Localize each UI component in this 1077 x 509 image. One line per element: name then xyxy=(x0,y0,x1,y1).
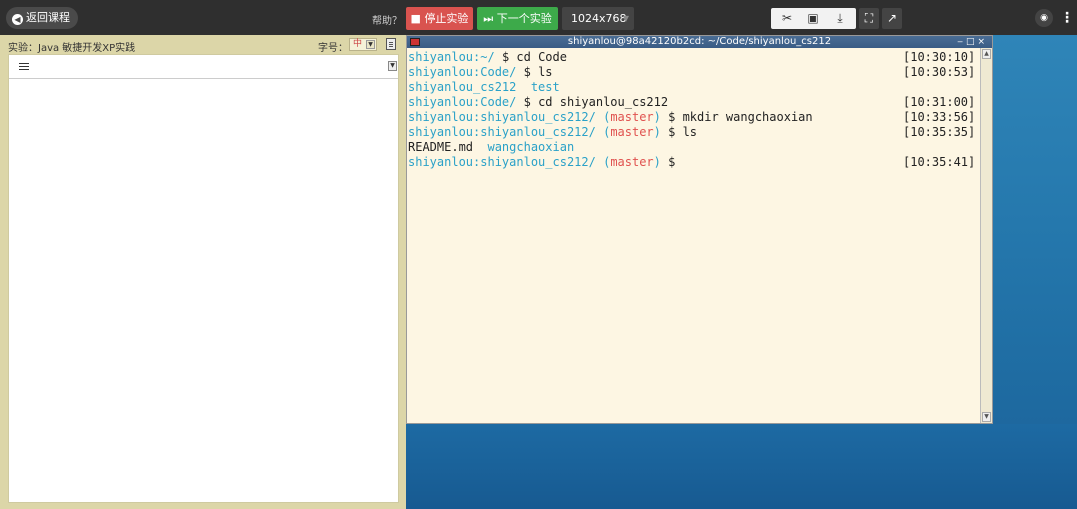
terminal-window[interactable]: shiyanlou@98a42120b2cd: ~/Code/shiyanlou… xyxy=(406,35,993,424)
lab-title: 实验：Java 敏捷开发XP实践 xyxy=(8,43,136,54)
scissors-icon[interactable]: ✂ xyxy=(773,8,801,29)
minimize-icon[interactable]: ‒ xyxy=(957,37,966,47)
chevron-down-icon: ▼ xyxy=(366,40,375,49)
terminal-segment: :Code/ xyxy=(473,95,517,109)
stop-label: 停止实验 xyxy=(424,12,469,25)
lab-guide-panel: 实验：Java 敏捷开发XP实践 字号： 中 ▼ ▼ xyxy=(0,35,406,509)
terminal-segment: shiyanlou xyxy=(408,110,474,124)
resolution-select[interactable]: 1024x768 ▼ xyxy=(562,7,634,30)
back-to-course-button[interactable]: ◀ 返回课程 xyxy=(6,7,78,29)
maximize-icon[interactable]: □ xyxy=(966,37,978,47)
terminal-segment: shiyanlou xyxy=(408,95,474,109)
terminal-timestamp: [10:30:53] xyxy=(903,65,976,79)
terminal-segment: ( xyxy=(595,155,611,169)
terminal-output[interactable]: shiyanlou:~/ $ cd Code [10:30:10] shiyanlo… xyxy=(408,50,978,170)
desktop-tools-group: ✂ ▣ ⤓ xyxy=(771,8,856,29)
back-label: 返回课程 xyxy=(26,11,70,24)
terminal-segment: shiyanlou xyxy=(408,65,474,79)
terminal-segment: shiyanlou xyxy=(408,50,474,64)
terminal-segment: shiyanlou_cs212 test xyxy=(408,80,560,94)
terminal-line: shiyanlou:~/ $ cd Code [10:30:10] xyxy=(408,50,978,65)
terminal-segment: master xyxy=(610,125,654,139)
terminal-segment: $ cd shiyanlou_cs212 xyxy=(516,95,669,109)
stop-lab-button[interactable]: ■ 停止实验 xyxy=(406,7,473,30)
terminal-line: shiyanlou:shiyanlou_cs212/ (master) $ mk… xyxy=(408,110,978,125)
top-toolbar: ◀ 返回课程 帮助？ ■ 停止实验 ⏭ 下一个实验 1024x768 ▼ ✂ ▣ … xyxy=(0,0,1077,35)
terminal-segment: :shiyanlou_cs212/ xyxy=(473,155,596,169)
terminal-segment: ( xyxy=(595,125,611,139)
terminal-line: shiyanlou_cs212 test xyxy=(408,80,978,95)
close-icon[interactable]: × xyxy=(977,37,988,47)
next-lab-button[interactable]: ⏭ 下一个实验 xyxy=(477,7,558,30)
plus-circle-icon: ◀ xyxy=(12,14,23,25)
terminal-segment: master xyxy=(610,155,654,169)
skip-next-icon: ⏭ xyxy=(483,12,497,25)
terminal-line: shiyanlou:shiyanlou_cs212/ (master) $ ls… xyxy=(408,125,978,140)
font-size-value: 中 xyxy=(353,39,363,49)
terminal-timestamp: [10:30:10] xyxy=(903,50,976,64)
terminal-segment: shiyanlou xyxy=(408,125,474,139)
terminal-line: shiyanlou:Code/ $ cd shiyanlou_cs212 [10:… xyxy=(408,95,978,110)
terminal-segment: $ ls xyxy=(660,125,698,139)
scroll-up-icon[interactable]: ▲ xyxy=(982,49,991,59)
terminal-title: shiyanlou@98a42120b2cd: ~/Code/shiyanlou… xyxy=(567,36,832,47)
document-icon[interactable] xyxy=(386,38,396,50)
terminal-line: shiyanlou:Code/ $ ls [10:30:53] xyxy=(408,65,978,80)
terminal-timestamp: [10:35:35] xyxy=(903,125,976,139)
terminal-segment: $ mkdir wangchaoxian xyxy=(660,110,813,124)
help-link[interactable]: 帮助？ xyxy=(372,12,402,27)
more-icon[interactable]: ⋮ xyxy=(1060,8,1074,28)
terminal-segment: ) xyxy=(653,155,661,169)
window-controls: ‒□× xyxy=(957,36,988,48)
terminal-segment: :~/ xyxy=(473,50,495,64)
scroll-down-icon[interactable]: ▼ xyxy=(982,412,991,422)
document-toolbar: ▼ xyxy=(9,55,398,79)
terminal-timestamp: [10:35:41] xyxy=(903,155,976,169)
download-icon[interactable]: ⤓ xyxy=(826,8,854,29)
terminal-line: README.md wangchaoxian xyxy=(408,140,978,155)
terminal-segment: $ cd Code xyxy=(494,50,567,64)
font-size-label: 字号： xyxy=(318,43,348,54)
terminal-segment: $ xyxy=(660,155,676,169)
terminal-segment: :Code/ xyxy=(473,65,517,79)
fullscreen-icon[interactable]: ⛶ xyxy=(859,8,879,29)
lab-guide-header: 实验：Java 敏捷开发XP实践 字号： 中 ▼ xyxy=(0,35,406,54)
eye-icon[interactable]: ◉ xyxy=(1035,9,1053,27)
terminal-segment: README.md xyxy=(408,140,488,154)
chevron-down-icon[interactable]: ▼ xyxy=(388,61,397,71)
terminal-segment: ( xyxy=(595,110,611,124)
terminal-segment: ) xyxy=(653,110,661,124)
terminal-segment: master xyxy=(610,110,654,124)
terminal-segment: :shiyanlou_cs212/ xyxy=(473,125,596,139)
terminal-titlebar[interactable]: shiyanlou@98a42120b2cd: ~/Code/shiyanlou… xyxy=(407,36,992,48)
resolution-value: 1024x768 xyxy=(571,12,627,25)
terminal-timestamp: [10:33:56] xyxy=(903,110,976,124)
chevron-down-icon: ▼ xyxy=(622,14,629,23)
terminal-segment: ) xyxy=(653,125,661,139)
terminal-segment: shiyanlou xyxy=(408,155,474,169)
font-size-select[interactable]: 中 ▼ xyxy=(349,38,377,51)
terminal-segment: $ ls xyxy=(516,65,553,79)
stop-square-icon: ■ xyxy=(410,12,425,25)
terminal-scrollbar[interactable]: ▲ ▼ xyxy=(980,48,992,423)
terminal-line: shiyanlou:shiyanlou_cs212/ (master) $ [10… xyxy=(408,155,978,170)
terminal-segment: :shiyanlou_cs212/ xyxy=(473,110,596,124)
screen-icon[interactable]: ▣ xyxy=(799,8,827,29)
list-icon[interactable] xyxy=(19,63,29,70)
next-label: 下一个实验 xyxy=(496,12,552,25)
lab-document: ▼ xyxy=(8,54,399,503)
external-link-icon[interactable]: ↗ xyxy=(882,8,902,29)
desktop-background xyxy=(406,424,1077,509)
terminal-segment: wangchaoxian xyxy=(487,140,575,154)
terminal-timestamp: [10:31:00] xyxy=(903,95,976,109)
